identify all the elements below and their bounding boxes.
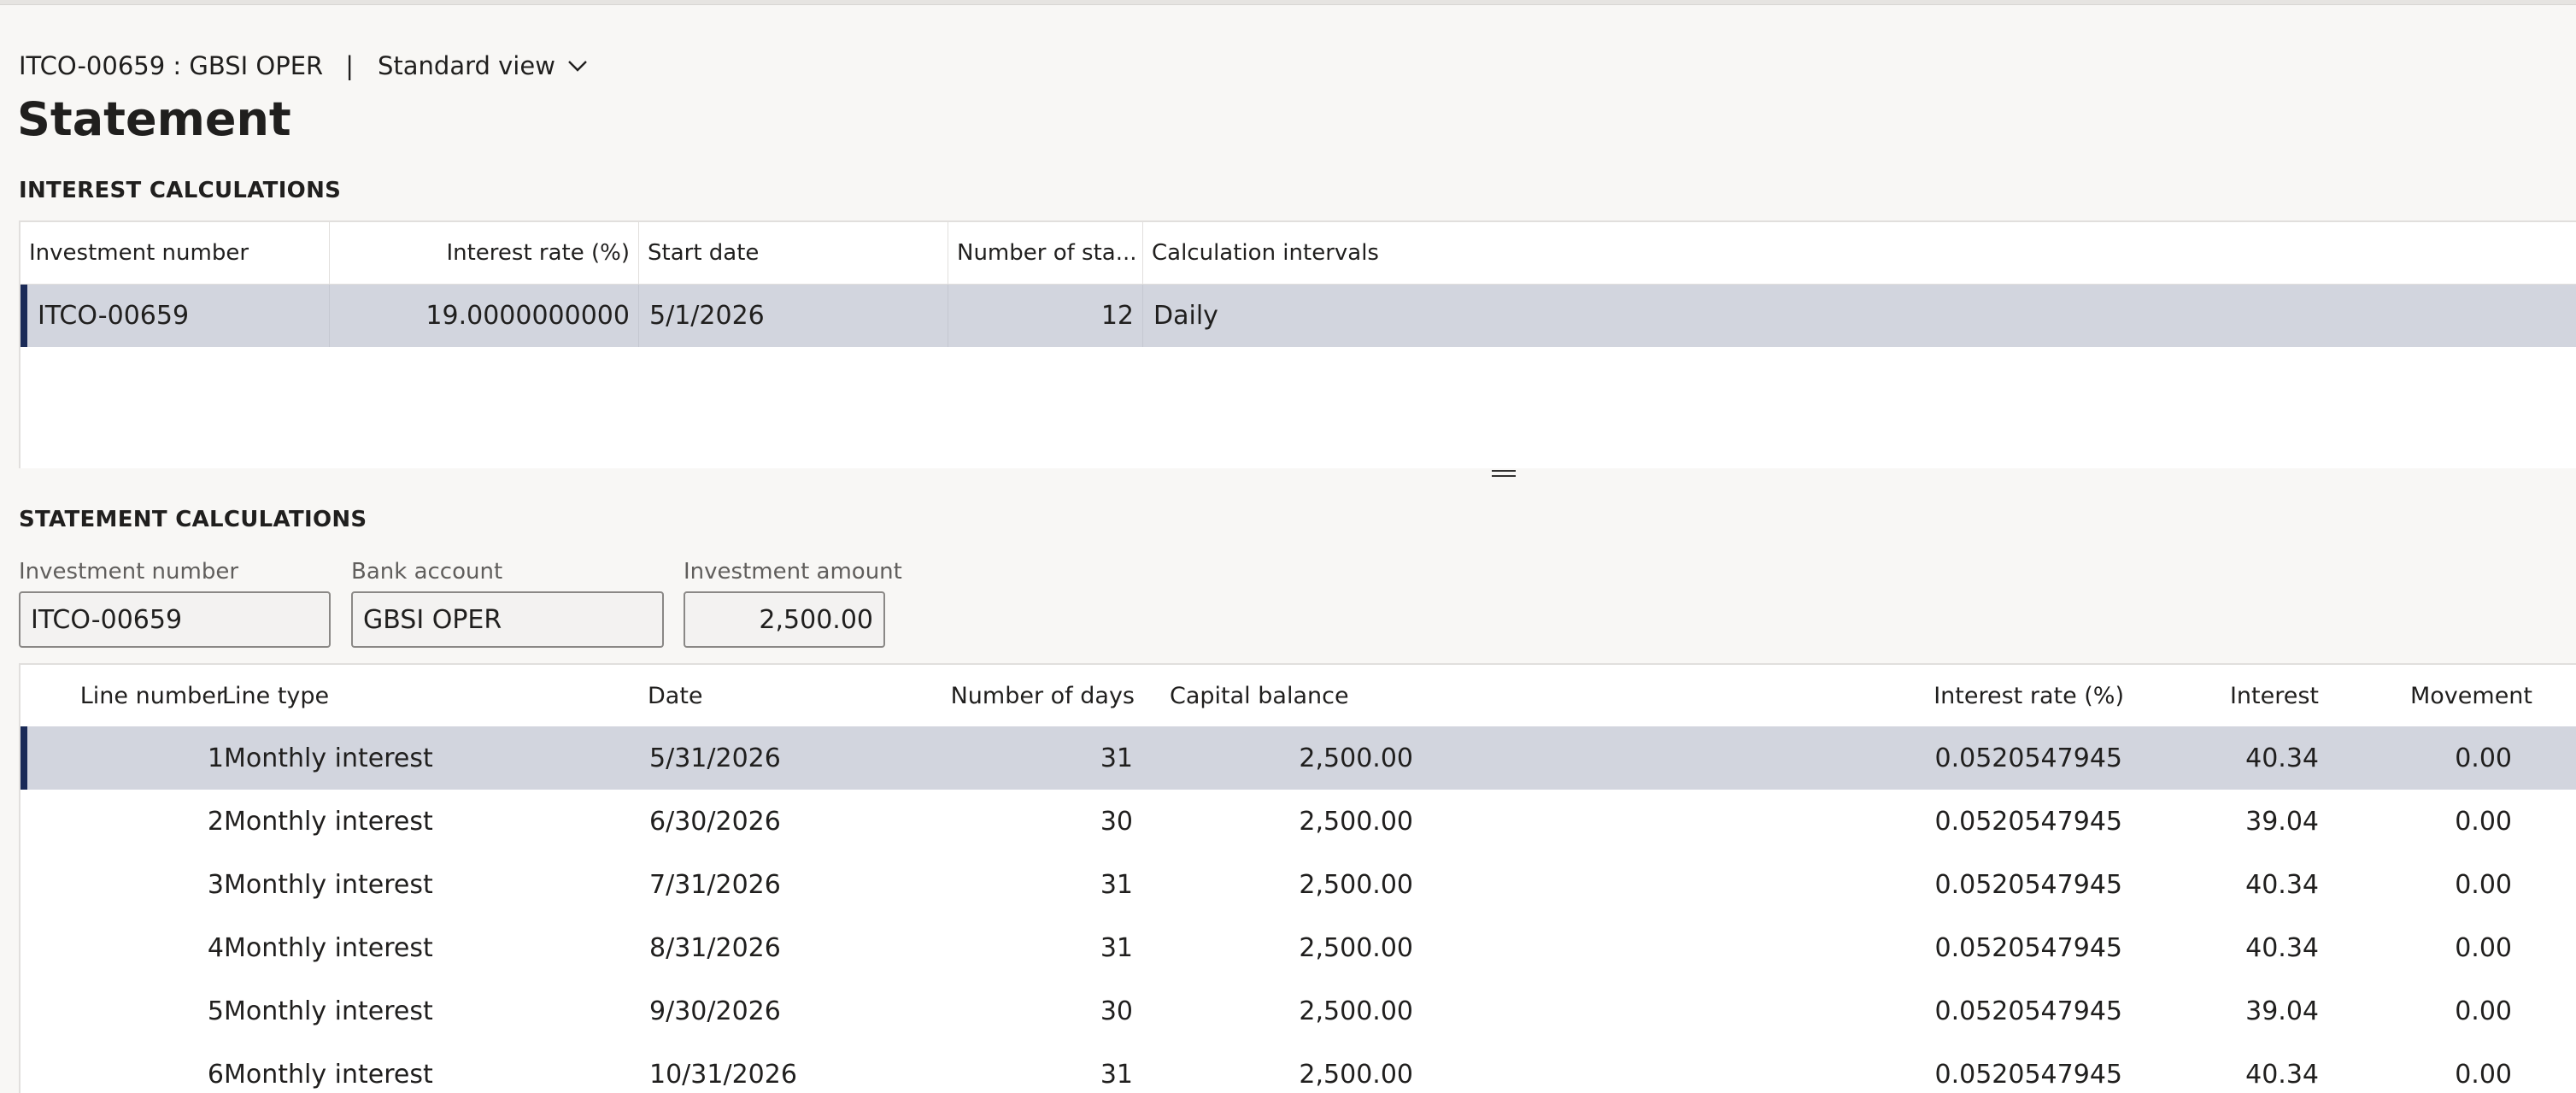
cell-date[interactable]: 8/31/2026 [649,916,781,979]
header-separator: | [345,51,354,80]
investment-amount-field[interactable]: 2,500.00 [684,591,885,648]
cell-interest[interactable]: 39.04 [2156,790,2319,853]
cell-date[interactable]: 7/31/2026 [649,853,781,916]
top-bar [0,0,2576,5]
cell-capital-balance[interactable]: 2,500.00 [1131,853,1413,916]
cell-line-number[interactable]: 1 [55,726,224,790]
table-row[interactable]: 2 Monthly interest 6/30/2026 30 2,500.00… [21,790,2576,853]
selection-indicator [21,285,27,347]
cell-interest-rate[interactable]: 19.0000000000 [330,285,639,347]
bank-account-label: Bank account [351,559,503,585]
cell-number-of-days[interactable]: 31 [875,1043,1133,1093]
cell-interest-rate[interactable]: 0.0520547945 [1815,790,2123,853]
cell-number-of-days[interactable]: 31 [875,726,1133,790]
record-header: ITCO-00659 : GBSI OPER | Standard view [19,49,588,83]
statement-calculations-title: STATEMENT CALCULATIONS [19,507,367,532]
chevron-down-icon [568,61,587,72]
cell-interest-rate[interactable]: 0.0520547945 [1815,726,2123,790]
selection-indicator [21,726,27,790]
table-row[interactable]: 6 Monthly interest 10/31/2026 31 2,500.0… [21,1043,2576,1093]
cell-line-type[interactable]: Monthly interest [224,790,433,853]
column-header-interest[interactable]: Interest [2156,665,2319,726]
cell-interest-rate[interactable]: 0.0520547945 [1815,853,2123,916]
statement-calculations-grid: Line number Line type Date Number of day… [19,663,2576,1093]
column-header-interest-rate[interactable]: Interest rate (%) [330,222,639,284]
column-header-movement[interactable]: Movement [2362,665,2532,726]
cell-interest[interactable]: 40.34 [2156,1043,2319,1093]
column-header-calculation-intervals[interactable]: Calculation intervals [1143,222,2576,284]
table-row[interactable]: 3 Monthly interest 7/31/2026 31 2,500.00… [21,853,2576,916]
interest-calculations-title: INTEREST CALCULATIONS [19,178,342,203]
investment-number-field[interactable]: ITCO-00659 [19,591,331,648]
cell-date[interactable]: 6/30/2026 [649,790,781,853]
column-header-date[interactable]: Date [648,665,703,726]
cell-movement[interactable]: 0.00 [2362,853,2512,916]
cell-line-type[interactable]: Monthly interest [224,726,433,790]
cell-interest-rate[interactable]: 0.0520547945 [1815,1043,2123,1093]
column-header-interest-rate[interactable]: Interest rate (%) [1815,665,2124,726]
cell-number-of-days[interactable]: 30 [875,979,1133,1043]
cell-movement[interactable]: 0.00 [2362,790,2512,853]
table-row[interactable]: 4 Monthly interest 8/31/2026 31 2,500.00… [21,916,2576,979]
page-title: Statement [17,92,291,146]
cell-line-type[interactable]: Monthly interest [224,853,433,916]
cell-interest[interactable]: 40.34 [2156,853,2319,916]
cell-movement[interactable]: 0.00 [2362,916,2512,979]
table-row[interactable]: 5 Monthly interest 9/30/2026 30 2,500.00… [21,979,2576,1043]
cell-interest-rate[interactable]: 0.0520547945 [1815,979,2123,1043]
view-selector-label: Standard view [377,51,555,80]
cell-capital-balance[interactable]: 2,500.00 [1131,726,1413,790]
cell-line-number[interactable]: 6 [55,1043,224,1093]
cell-line-number[interactable]: 2 [55,790,224,853]
cell-capital-balance[interactable]: 2,500.00 [1131,979,1413,1043]
cell-number-of-days[interactable]: 31 [875,916,1133,979]
cell-calculation-intervals[interactable]: Daily [1143,285,2576,347]
interest-calculations-grid: Investment number Interest rate (%) Star… [19,220,2576,468]
table-row[interactable]: 1 Monthly interest 5/31/2026 31 2,500.00… [21,726,2576,790]
bank-account-field[interactable]: GBSI OPER [351,591,664,648]
cell-line-type[interactable]: Monthly interest [224,916,433,979]
cell-interest[interactable]: 39.04 [2156,979,2319,1043]
column-header-number-of-days[interactable]: Number of days [875,665,1135,726]
cell-movement[interactable]: 0.00 [2362,1043,2512,1093]
cell-investment-number[interactable]: ITCO-00659 [21,285,330,347]
cell-interest[interactable]: 40.34 [2156,916,2319,979]
cell-line-number[interactable]: 4 [55,916,224,979]
column-header-line-number[interactable]: Line number [55,665,226,726]
cell-line-number[interactable]: 5 [55,979,224,1043]
investment-number-label: Investment number [19,559,239,585]
cell-number-of-days[interactable]: 31 [875,853,1133,916]
table-row[interactable]: ITCO-00659 19.0000000000 5/1/2026 12 Dai… [21,285,2576,347]
cell-capital-balance[interactable]: 2,500.00 [1131,916,1413,979]
cell-movement[interactable]: 0.00 [2362,979,2512,1043]
column-header-capital-balance[interactable]: Capital balance [1170,665,1349,726]
investment-amount-label: Investment amount [684,559,902,585]
column-header-investment-number[interactable]: Investment number [21,222,330,284]
cell-line-type[interactable]: Monthly interest [224,979,433,1043]
drag-handle-icon[interactable] [1492,470,1516,479]
cell-line-type[interactable]: Monthly interest [224,1043,433,1093]
grid-header: Investment number Interest rate (%) Star… [21,222,2576,285]
column-header-number-of-statements[interactable]: Number of sta... [948,222,1143,284]
cell-movement[interactable]: 0.00 [2362,726,2512,790]
column-header-start-date[interactable]: Start date [639,222,948,284]
cell-number-of-statements[interactable]: 12 [948,285,1143,347]
cell-capital-balance[interactable]: 2,500.00 [1131,1043,1413,1093]
cell-line-number[interactable]: 3 [55,853,224,916]
column-header-line-type[interactable]: Line type [222,665,329,726]
cell-date[interactable]: 9/30/2026 [649,979,781,1043]
cell-interest[interactable]: 40.34 [2156,726,2319,790]
cell-start-date[interactable]: 5/1/2026 [639,285,948,347]
record-caption: ITCO-00659 : GBSI OPER [19,51,324,80]
cell-date[interactable]: 10/31/2026 [649,1043,797,1093]
cell-capital-balance[interactable]: 2,500.00 [1131,790,1413,853]
cell-number-of-days[interactable]: 30 [875,790,1133,853]
view-selector[interactable]: Standard view [378,51,588,80]
cell-interest-rate[interactable]: 0.0520547945 [1815,916,2123,979]
cell-date[interactable]: 5/31/2026 [649,726,781,790]
